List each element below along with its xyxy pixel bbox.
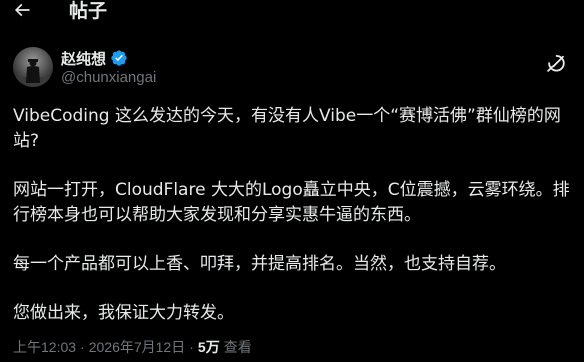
arrow-left-icon xyxy=(14,3,30,17)
name-row: 赵纯想 xyxy=(61,48,128,68)
author-display-name[interactable]: 赵纯想 xyxy=(61,48,106,69)
post-date[interactable]: 2026年7月12日 xyxy=(89,337,186,357)
post-paragraph: 网站一打开，CloudFlare 大大的Logo矗立中央，C位震撼，云雾环绕。排… xyxy=(13,180,570,225)
meta-separator: · xyxy=(189,339,194,355)
views-label: 查看 xyxy=(223,339,252,355)
author-row: 赵纯想 @chunxiangai xyxy=(13,47,573,91)
grok-button[interactable] xyxy=(542,49,570,77)
author-handle[interactable]: @chunxiangai xyxy=(61,69,156,86)
post-paragraph: 您做出来，我保证大力转发。 xyxy=(13,303,234,323)
page-title: 帖子 xyxy=(69,1,108,22)
post-paragraph: 每一个产品都可以上香、叩拜，并提高排名。当然，也支持自荐。 xyxy=(13,254,506,274)
post-text: VibeCoding 这么发达的今天，有没有人Vibe一个“赛博活佛”群仙榜的网… xyxy=(13,104,573,326)
post-meta: 上午12:03 · 2026年7月12日 · 5万 查看 xyxy=(13,337,252,357)
meta-separator: · xyxy=(80,339,85,355)
grok-icon xyxy=(547,55,565,72)
post-paragraph: VibeCoding 这么发达的今天，有没有人Vibe一个“赛博活佛”群仙榜的网… xyxy=(13,106,561,151)
post-time[interactable]: 上午12:03 xyxy=(13,337,76,357)
verified-badge-icon xyxy=(111,50,127,66)
top-bar: 帖子 xyxy=(0,0,584,24)
back-button[interactable] xyxy=(8,0,36,24)
views-count[interactable]: 5万 xyxy=(198,337,220,357)
avatar[interactable] xyxy=(13,47,53,87)
post-page: 帖子 赵纯想 @chunxiangai VibeCoding 这么发达的今天，有… xyxy=(0,0,584,362)
